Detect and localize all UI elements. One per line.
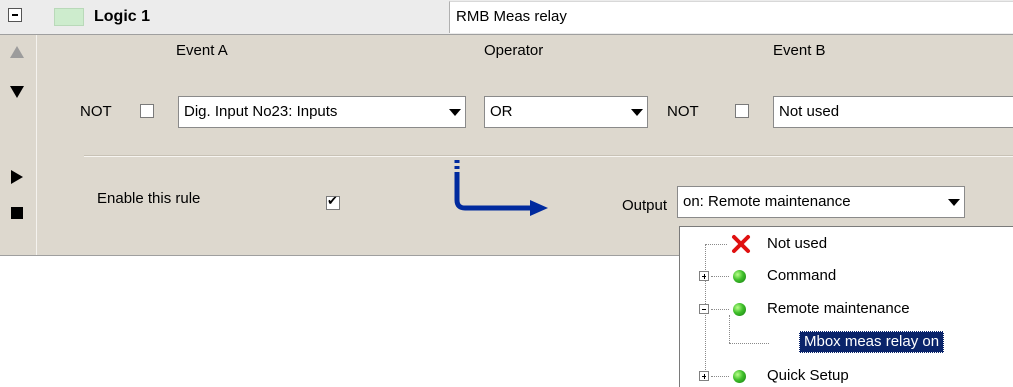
control-strip [0,35,37,255]
run-icon[interactable] [11,170,23,184]
event-a-label: Event A [176,42,228,59]
enable-rule-checkbox[interactable] [326,194,340,210]
output-value: on: Remote maintenance [683,193,851,210]
tree-item-command[interactable]: Command [767,267,836,284]
tree-connector [729,343,769,344]
not-b-checkbox[interactable] [735,104,749,118]
red-x-icon [731,234,751,254]
tree-connector [711,276,729,277]
tree-item-remote-maintenance[interactable]: Remote maintenance [767,300,910,317]
expand-quick-setup-icon[interactable] [699,371,709,381]
not-a-checkbox[interactable] [140,104,154,118]
operator-select[interactable]: OR [484,96,648,128]
tree-item-mbox-meas-relay-on[interactable]: Mbox meas relay on [799,331,945,353]
chevron-down-icon[interactable] [449,109,461,116]
tree-connector [705,244,727,245]
stop-icon[interactable] [11,207,23,219]
chevron-down-icon[interactable] [948,199,960,206]
section-separator [84,156,1013,157]
logic-title: Logic 1 [94,8,151,25]
green-ball-icon [733,270,746,283]
operator-value: OR [490,103,513,120]
collapse-remote-maintenance-icon[interactable] [699,304,709,314]
flow-arrow-icon [454,160,548,216]
event-a-value: Dig. Input No23: Inputs [184,103,338,120]
green-ball-icon [733,303,746,316]
enable-rule-label: Enable this rule [97,190,201,207]
event-a-select[interactable]: Dig. Input No23: Inputs [178,96,466,128]
operator-label: Operator [484,42,544,59]
logic-color-swatch[interactable] [54,8,84,26]
output-label: Output [622,197,668,214]
chevron-down-icon[interactable] [631,109,643,116]
tree-item-not-used[interactable]: Not used [767,235,827,252]
tree-connector [711,376,729,377]
event-b-select[interactable]: Not used [773,96,1013,128]
event-b-value: Not used [779,103,840,120]
not-a-label: NOT [80,103,112,120]
expand-command-icon[interactable] [699,271,709,281]
move-down-icon[interactable] [10,86,24,98]
event-b-label: Event B [773,42,826,59]
tree-connector [729,315,730,343]
green-ball-icon [733,370,746,383]
not-b-label: NOT [667,103,699,120]
move-up-icon[interactable] [10,46,24,58]
tree-item-quick-setup[interactable]: Quick Setup [767,367,849,384]
collapse-button[interactable] [8,8,22,22]
description-field[interactable]: RMB Meas relay [449,1,1013,33]
tree-connector [711,309,729,310]
rule-panel [37,35,1013,255]
output-select[interactable]: on: Remote maintenance [677,186,965,218]
